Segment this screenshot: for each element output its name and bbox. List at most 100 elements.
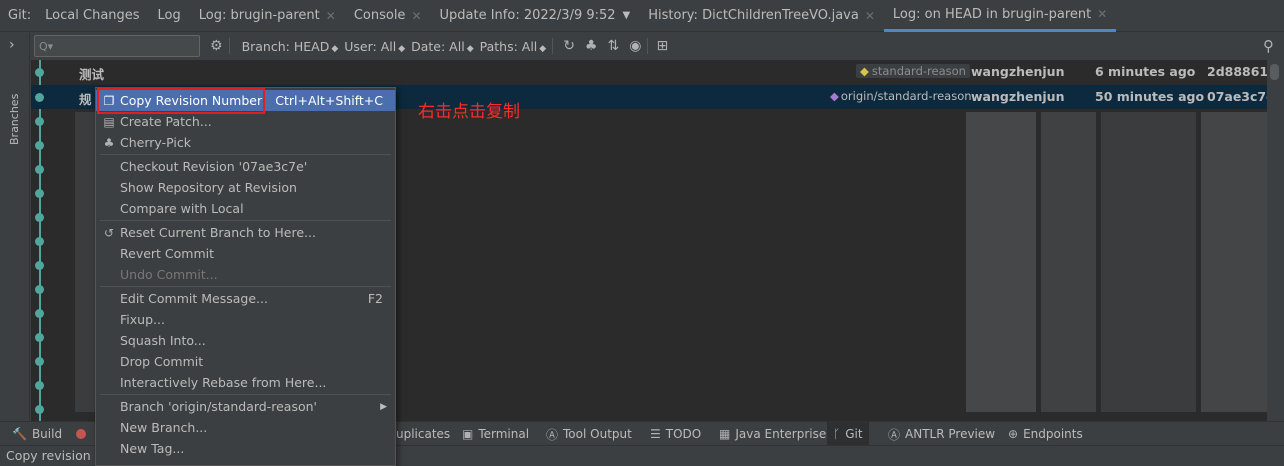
commit-node: [35, 237, 44, 246]
commit-author: wangzhenjun: [971, 64, 1065, 79]
sort-icon[interactable]: ⇅: [607, 38, 619, 54]
menu-item-squash-into[interactable]: Squash Into...: [96, 330, 395, 351]
tool-label: Git: [845, 427, 863, 441]
menu-item-label: Drop Commit: [120, 354, 204, 369]
tab-label: History: DictChildrenTreeVO.java: [648, 8, 859, 23]
close-icon[interactable]: ✕: [326, 9, 336, 23]
date-filter[interactable]: Date: All ◆: [411, 39, 473, 54]
vertical-scrollbar[interactable]: [1267, 60, 1284, 421]
eye-icon[interactable]: ◉: [629, 38, 641, 54]
menu-item-label: Fixup...: [120, 312, 165, 327]
tool-antlr-preview[interactable]: Ⓐ ANTLR Preview: [888, 422, 995, 446]
expand-branches-icon[interactable]: ›: [9, 37, 15, 53]
menu-item-label: Checkout Revision '07ae3c7e': [120, 159, 308, 174]
commit-subject: 测试: [79, 67, 105, 82]
branch-ref-label: standard-reason: [871, 64, 966, 78]
menu-item-edit-commit-message[interactable]: Edit Commit Message... F2: [96, 288, 395, 309]
tool-endpoints[interactable]: ⊕ Endpoints: [1008, 422, 1083, 446]
user-filter[interactable]: User: All ◆: [344, 39, 405, 54]
tab-log-brugin-parent[interactable]: Log: brugin-parent ✕: [190, 0, 345, 32]
list-icon: ☰: [650, 427, 661, 441]
paths-filter[interactable]: Paths: All ◆: [480, 39, 547, 54]
close-icon[interactable]: ✕: [411, 9, 421, 23]
menu-item-shortcut: Ctrl+Alt+Shift+C: [275, 93, 383, 108]
blurred-region: [1101, 112, 1196, 412]
menu-item-shortcut: F2: [367, 291, 383, 306]
refresh-icon[interactable]: ↻: [563, 38, 575, 54]
tool-output[interactable]: Ⓐ Tool Output: [546, 422, 632, 446]
cherry-icon: ♣: [103, 135, 115, 150]
cherry-pick-icon[interactable]: ♣: [585, 38, 598, 54]
diff-preview-icon[interactable]: ⊞: [656, 38, 668, 54]
menu-separator: [100, 154, 391, 155]
tab-local-changes[interactable]: Local Changes: [36, 0, 148, 32]
menu-item-branch-submenu[interactable]: Branch 'origin/standard-reason' ▶: [96, 396, 395, 417]
tool-label: uplicates: [396, 427, 451, 441]
menu-item-label: Show Repository at Revision: [120, 180, 297, 195]
endpoints-icon: ⊕: [1008, 427, 1019, 441]
blurred-region: [1201, 112, 1267, 412]
menu-item-undo-commit: Undo Commit...: [96, 264, 395, 285]
commit-node: [35, 117, 44, 126]
commit-hash: 07ae3c7e: [1207, 89, 1267, 104]
branch-ref-label: origin/standard-reason: [840, 89, 972, 103]
scrollbar-thumb[interactable]: [1270, 64, 1279, 80]
tool-todo[interactable]: ☰ TODO: [650, 422, 701, 446]
branch-filter[interactable]: Branch: HEAD ◆: [242, 39, 339, 54]
gear-icon[interactable]: ⚙: [210, 38, 223, 54]
chevron-down-icon: ◆: [331, 43, 339, 54]
tab-history[interactable]: History: DictChildrenTreeVO.java ✕: [639, 0, 884, 32]
search-icon[interactable]: ⚲: [1263, 37, 1274, 55]
chevron-right-icon: ▶: [380, 401, 387, 412]
tab-log-on-head[interactable]: Log: on HEAD in brugin-parent ✕: [883, 0, 1117, 32]
menu-item-label: Branch 'origin/standard-reason': [120, 399, 317, 414]
tool-label: Endpoints: [1023, 427, 1083, 441]
menu-item-new-branch[interactable]: New Branch...: [96, 417, 395, 438]
branch-filter-label: Branch: HEAD: [241, 38, 330, 54]
menu-item-show-repository[interactable]: Show Repository at Revision: [96, 177, 395, 198]
problems-indicator[interactable]: [76, 422, 86, 446]
menu-item-compare-with-local[interactable]: Compare with Local: [96, 198, 395, 219]
menu-item-revert-commit[interactable]: Revert Commit: [96, 243, 395, 264]
tab-log[interactable]: Log: [149, 0, 190, 32]
terminal-icon: ▣: [462, 427, 474, 441]
table-row[interactable]: 测试 ◆ standard-reason wangzhenjun 6 minute…: [31, 60, 1267, 84]
menu-item-drop-commit[interactable]: Drop Commit: [96, 351, 395, 372]
menu-item-fixup[interactable]: Fixup...: [96, 309, 395, 330]
menu-separator: [100, 220, 391, 221]
chevron-down-icon: ◆: [398, 43, 406, 54]
chevron-down-icon: ◆: [539, 43, 547, 54]
tool-build[interactable]: 🔨 Build: [12, 422, 62, 446]
divider: [228, 38, 230, 54]
git-branch-icon: ᚴ: [833, 427, 841, 441]
tool-duplicates[interactable]: uplicates: [396, 422, 450, 446]
menu-separator: [100, 286, 391, 287]
tool-label: Build: [31, 427, 63, 441]
tool-terminal[interactable]: ▣ Terminal: [462, 422, 529, 446]
commit-node: [35, 68, 44, 77]
tool-label: ANTLR Preview: [905, 427, 996, 441]
menu-item-reset-branch[interactable]: ↺ Reset Current Branch to Here...: [96, 222, 395, 243]
menu-item-cherry-pick[interactable]: ♣ Cherry-Pick: [96, 132, 395, 153]
tab-update-info[interactable]: Update Info: 2022/3/9 9:52 ▼: [431, 0, 640, 32]
antlr-icon: Ⓐ: [888, 427, 901, 442]
menu-item-create-patch[interactable]: ▤ Create Patch...: [96, 111, 395, 132]
menu-item-new-tag[interactable]: New Tag...: [96, 438, 395, 459]
tool-java-enterprise[interactable]: ▦ Java Enterprise: [719, 422, 826, 446]
tab-console[interactable]: Console ✕: [345, 0, 431, 32]
commit-node: [35, 213, 44, 222]
close-icon[interactable]: ✕: [865, 9, 875, 23]
chevron-down-icon[interactable]: ▼: [623, 10, 631, 21]
tool-window-tabbar: Git: Local Changes Log Log: brugin-paren…: [0, 0, 1284, 32]
commit-node: [35, 333, 44, 342]
hammer-icon: 🔨: [12, 427, 27, 441]
tool-git[interactable]: ᚴ Git: [827, 422, 869, 446]
menu-item-interactive-rebase[interactable]: Interactively Rebase from Here...: [96, 372, 395, 393]
branches-label[interactable]: Branches: [8, 94, 21, 145]
commit-author: wangzhenjun: [971, 89, 1065, 104]
menu-item-checkout-revision[interactable]: Checkout Revision '07ae3c7e': [96, 156, 395, 177]
commit-node: [35, 93, 44, 102]
chevron-down-icon: ◆: [466, 43, 474, 54]
search-input[interactable]: Q▾: [34, 35, 200, 57]
close-icon[interactable]: ✕: [1097, 7, 1107, 21]
